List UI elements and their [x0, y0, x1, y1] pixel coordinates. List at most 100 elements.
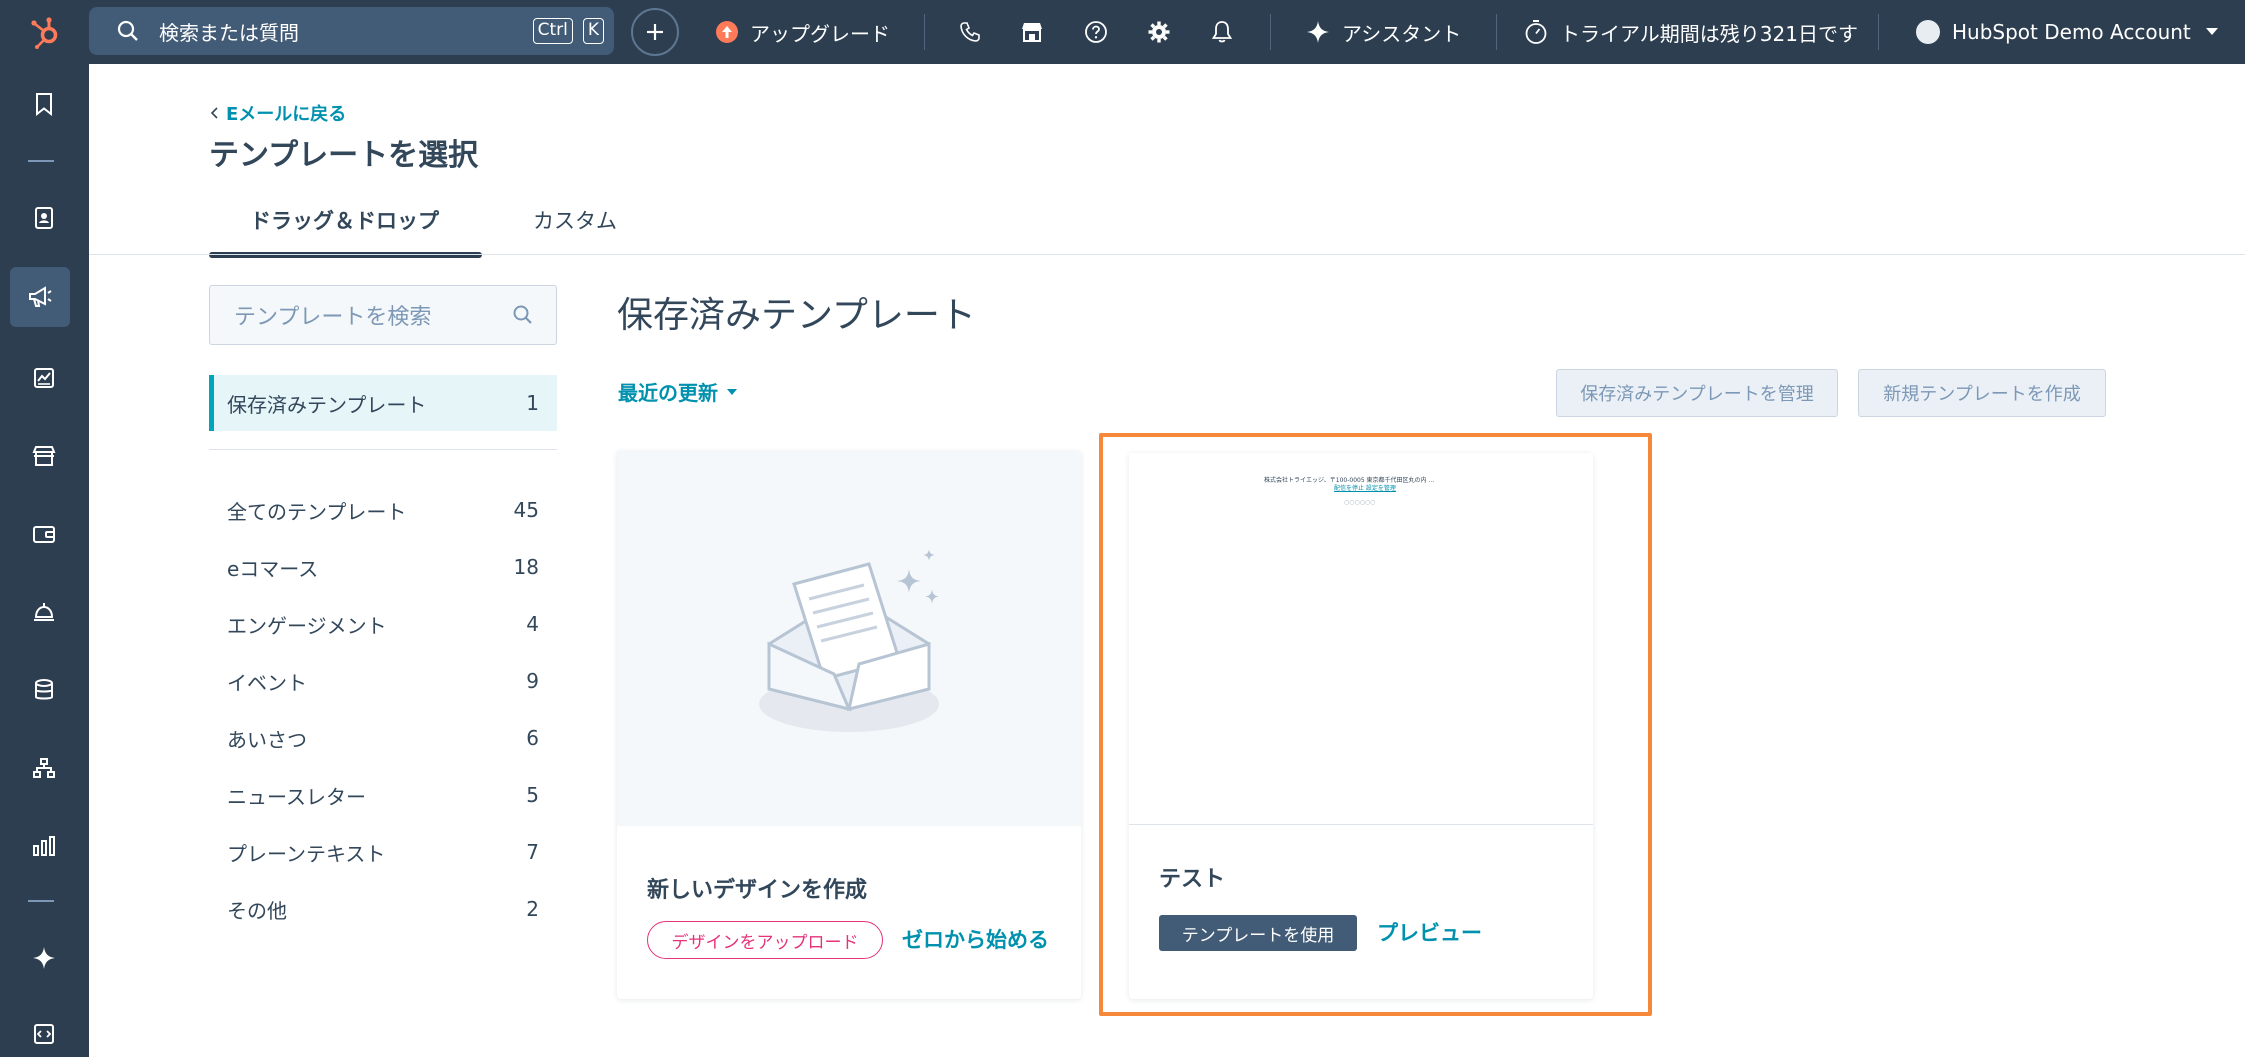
- trial-label: トライアル期間は残り321日です: [1560, 21, 1858, 46]
- account-menu[interactable]: HubSpot Demo Account: [1916, 0, 2219, 64]
- sidebar-item-ecommerce[interactable]: eコマース 18: [209, 539, 557, 595]
- thumb-social-icons: ○○○○○○: [1344, 499, 1376, 506]
- create-new-template-button[interactable]: 新規テンプレートを作成: [1858, 369, 2106, 417]
- tab-drag-and-drop[interactable]: ドラッグ＆ドロップ: [209, 200, 482, 258]
- rail-separator: [28, 160, 54, 162]
- assistant-label: アシスタント: [1342, 21, 1462, 46]
- upgrade-label: アップグレード: [750, 21, 890, 46]
- category-label: あいさつ: [227, 727, 307, 752]
- timer-icon: [1525, 20, 1547, 44]
- sidebar-item-all-templates[interactable]: 全てのテンプレート 45: [209, 482, 557, 538]
- sidebar-item-greetings[interactable]: あいさつ 6: [209, 710, 557, 766]
- bookmark-icon[interactable]: [20, 80, 68, 128]
- sidebar-item-newsletter[interactable]: ニュースレター 5: [209, 767, 557, 823]
- tab-custom[interactable]: カスタム: [525, 200, 645, 258]
- account-name: HubSpot Demo Account: [1952, 20, 2191, 44]
- sitemap-icon[interactable]: [20, 744, 68, 792]
- phone-icon[interactable]: [956, 18, 984, 46]
- create-plus-button[interactable]: [631, 8, 679, 56]
- upload-design-button[interactable]: デザインをアップロード: [647, 921, 883, 959]
- nav-separator: [1270, 14, 1271, 50]
- template-title: テスト: [1159, 867, 1226, 892]
- tabs-divider: [89, 254, 2245, 255]
- hubspot-logo[interactable]: [0, 0, 89, 64]
- back-to-email-link[interactable]: Eメールに戻る: [210, 100, 346, 126]
- reports-icon[interactable]: [20, 354, 68, 402]
- nav-separator: [1878, 14, 1879, 50]
- global-search[interactable]: 検索または質問 Ctrl K: [89, 7, 614, 55]
- category-label: eコマース: [227, 556, 319, 581]
- assistant-button[interactable]: アシスタント: [1306, 0, 1461, 64]
- notifications-bell-icon[interactable]: [1208, 18, 1236, 46]
- category-count: 2: [526, 897, 539, 921]
- settings-gear-icon[interactable]: [1145, 18, 1173, 46]
- upgrade-button[interactable]: アップグレード: [716, 0, 890, 64]
- start-from-scratch-link[interactable]: ゼロから始める: [902, 924, 1049, 954]
- sort-dropdown[interactable]: 最近の更新: [618, 377, 738, 406]
- help-icon[interactable]: [1082, 18, 1110, 46]
- marketplace-icon[interactable]: [1018, 18, 1046, 46]
- commerce-icon[interactable]: [20, 432, 68, 480]
- use-template-button[interactable]: テンプレートを使用: [1159, 915, 1357, 951]
- trial-status[interactable]: トライアル期間は残り321日です: [1524, 0, 1858, 64]
- upgrade-arrow-icon: [716, 21, 738, 43]
- manage-saved-templates-button[interactable]: 保存済みテンプレートを管理: [1556, 369, 1838, 417]
- section-title: 保存済みテンプレート: [617, 295, 976, 336]
- database-icon[interactable]: [20, 666, 68, 714]
- left-navigation-rail: [0, 64, 89, 1057]
- shortcut-ctrl: Ctrl: [532, 18, 573, 44]
- category-label: 保存済みテンプレート: [227, 392, 427, 417]
- template-preview-thumbnail: 株式会社トライエッジ、〒100-0005 東京都千代田区丸の内 ... 配信を停…: [1129, 453, 1593, 825]
- sidebar-item-engagement[interactable]: エンゲージメント 4: [209, 596, 557, 652]
- category-count: 18: [513, 555, 539, 579]
- template-search-input[interactable]: テンプレートを検索: [209, 285, 557, 345]
- avatar: [1916, 20, 1940, 44]
- sort-label: 最近の更新: [618, 381, 718, 405]
- category-label: エンゲージメント: [227, 613, 387, 638]
- category-label: プレーンテキスト: [227, 841, 386, 866]
- new-design-card[interactable]: 新しいデザインを作成 デザインをアップロード ゼロから始める: [617, 451, 1081, 999]
- tab-label: ドラッグ＆ドロップ: [250, 209, 439, 233]
- category-label: その他: [227, 898, 287, 923]
- category-count: 5: [526, 783, 539, 807]
- sparkle-icon: [1307, 21, 1329, 43]
- wallet-icon[interactable]: [20, 510, 68, 558]
- analytics-bars-icon[interactable]: [20, 822, 68, 870]
- active-tab-indicator: [209, 252, 482, 258]
- saved-template-card[interactable]: 株式会社トライエッジ、〒100-0005 東京都千代田区丸の内 ... 配信を停…: [1129, 453, 1593, 999]
- nav-separator: [1496, 14, 1497, 50]
- back-link-label: Eメールに戻る: [226, 104, 347, 125]
- preview-link[interactable]: プレビュー: [1377, 917, 1482, 947]
- thumb-unsubscribe-links: 配信を停止 設定を管理: [1334, 485, 1396, 492]
- sidebar-item-plain-text[interactable]: プレーンテキスト 7: [209, 824, 557, 880]
- developer-code-icon[interactable]: [20, 1010, 68, 1057]
- search-placeholder: 検索または質問: [159, 20, 299, 45]
- sprocket-icon: [30, 17, 57, 49]
- search-icon: [117, 20, 138, 41]
- search-icon: [513, 305, 532, 324]
- caret-down-icon: [2205, 28, 2218, 35]
- page-title: テンプレートを選択: [209, 138, 479, 173]
- sidebar-item-saved-templates[interactable]: 保存済みテンプレート 1: [209, 375, 557, 431]
- sidebar-item-other[interactable]: その他 2: [209, 881, 557, 937]
- contacts-icon[interactable]: [20, 194, 68, 242]
- category-label: ニュースレター: [227, 784, 366, 809]
- category-count: 1: [526, 391, 539, 415]
- plus-icon: [647, 24, 663, 40]
- service-bell-icon[interactable]: [20, 588, 68, 636]
- category-count: 6: [526, 726, 539, 750]
- sidebar-item-events[interactable]: イベント 9: [209, 653, 557, 709]
- top-navigation: 検索または質問 Ctrl K アップグレード アシスタント トライアル期間は残り…: [0, 0, 2245, 64]
- chevron-left-icon: [210, 107, 218, 119]
- nav-separator: [924, 14, 925, 50]
- new-design-title: 新しいデザインを作成: [647, 878, 868, 903]
- sidebar-divider: [209, 449, 557, 450]
- caret-down-icon: [727, 388, 737, 395]
- new-design-thumbnail: [617, 451, 1081, 826]
- category-count: 9: [526, 669, 539, 693]
- marketing-megaphone-icon[interactable]: [10, 267, 70, 327]
- category-count: 7: [526, 840, 539, 864]
- ai-sparkle-icon[interactable]: [20, 934, 68, 982]
- category-count: 45: [513, 498, 539, 522]
- category-label: イベント: [227, 670, 307, 695]
